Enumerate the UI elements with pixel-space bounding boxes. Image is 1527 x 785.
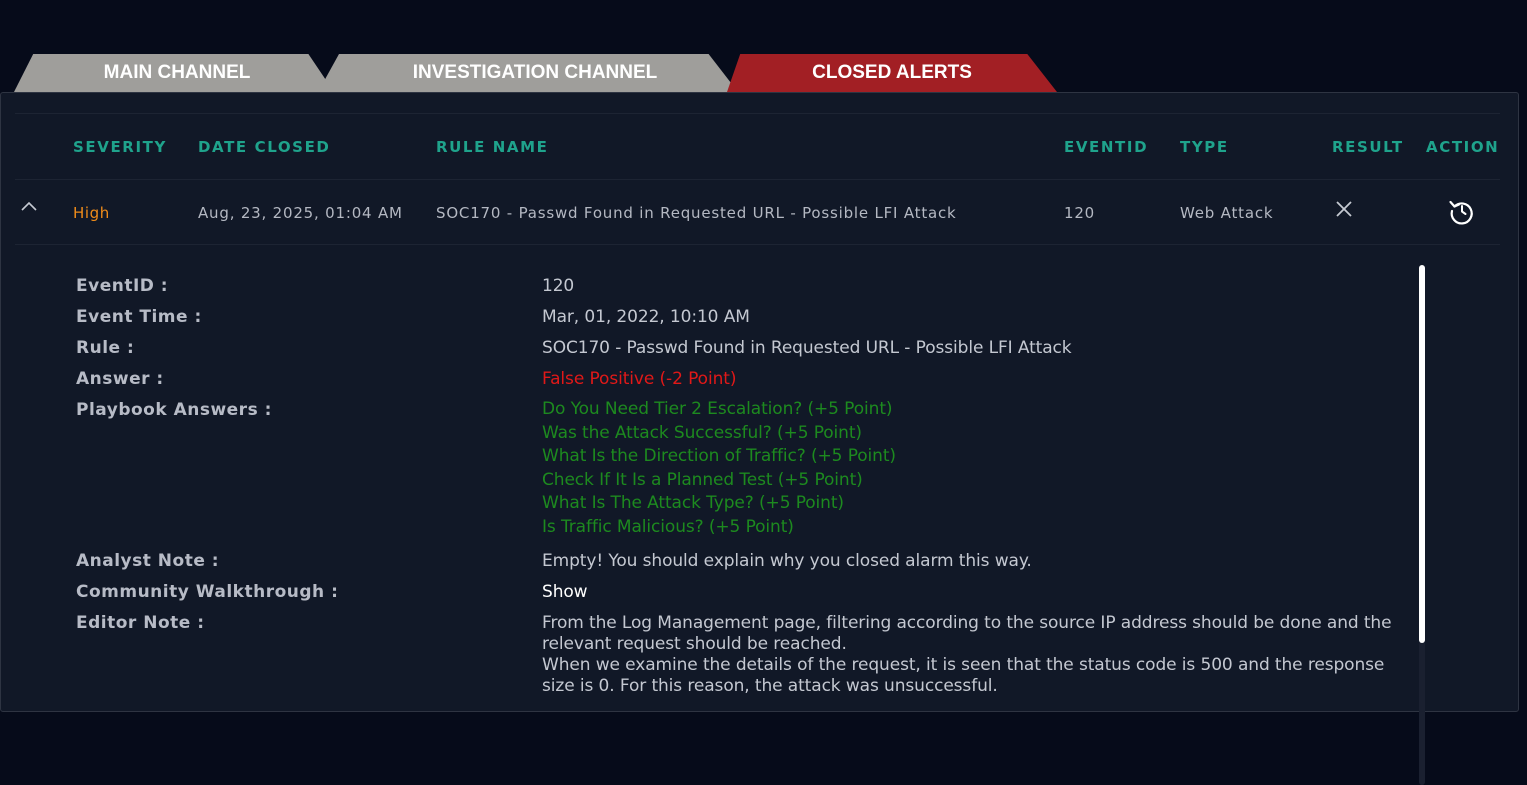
col-header-date-closed[interactable]: DATE CLOSED xyxy=(198,138,330,156)
playbook-answer-item: Do You Need Tier 2 Escalation? (+5 Point… xyxy=(542,399,893,419)
divider xyxy=(15,179,1500,180)
tab-closed-alerts-label: CLOSED ALERTS xyxy=(812,62,972,83)
detail-label-playbook: Playbook Answers : xyxy=(76,400,272,420)
col-header-eventid[interactable]: EVENTID xyxy=(1064,138,1148,156)
detail-label-rule: Rule : xyxy=(76,338,135,358)
col-header-severity[interactable]: SEVERITY xyxy=(73,138,167,156)
detail-label-community: Community Walkthrough : xyxy=(76,582,339,602)
divider xyxy=(15,244,1500,245)
detail-value-analyst-note: Empty! You should explain why you closed… xyxy=(542,551,1032,571)
detail-label-answer: Answer : xyxy=(76,369,164,389)
detail-value-rule: SOC170 - Passwd Found in Requested URL -… xyxy=(542,338,1072,358)
restore-icon[interactable] xyxy=(1447,196,1477,226)
scrollbar-thumb[interactable] xyxy=(1419,265,1425,643)
type-cell: Web Attack xyxy=(1180,204,1274,222)
severity-badge: High xyxy=(73,204,110,222)
tab-main-channel-label: MAIN CHANNEL xyxy=(103,62,251,83)
editor-note-paragraph: When we examine the details of the reque… xyxy=(542,655,1385,696)
playbook-answer-item: What Is The Attack Type? (+5 Point) xyxy=(542,493,844,513)
playbook-answer-item: Is Traffic Malicious? (+5 Point) xyxy=(542,516,794,537)
divider xyxy=(15,113,1500,114)
eventid-cell: 120 xyxy=(1064,204,1096,222)
tab-main-channel[interactable]: MAIN CHANNEL xyxy=(14,54,334,92)
editor-note-paragraph: From the Log Management page, filtering … xyxy=(542,613,1392,654)
rule-name-cell: SOC170 - Passwd Found in Requested URL -… xyxy=(436,204,957,222)
tab-investigation-channel-label: INVESTIGATION CHANNEL xyxy=(412,62,658,83)
playbook-answer-item: Was the Attack Successful? (+5 Point) xyxy=(542,422,862,443)
col-header-result: RESULT xyxy=(1332,138,1404,156)
detail-value-editor-note: From the Log Management page, filtering … xyxy=(542,613,1412,697)
detail-label-event-time: Event Time : xyxy=(76,307,202,327)
col-header-rule-name[interactable]: RULE NAME xyxy=(436,138,549,156)
close-x-icon xyxy=(1336,201,1352,217)
playbook-answer-item: What Is the Direction of Traffic? (+5 Po… xyxy=(542,446,896,466)
detail-value-answer: False Positive (-2 Point) xyxy=(542,369,737,389)
detail-value-eventid: 120 xyxy=(542,276,575,296)
playbook-answers-list: Do You Need Tier 2 Escalation? (+5 Point… xyxy=(542,398,896,539)
detail-label-eventid: EventID : xyxy=(76,276,169,296)
community-walkthrough-show-link[interactable]: Show xyxy=(542,582,588,602)
channel-tabs: MAIN CHANNEL INVESTIGATION CHANNEL CLOSE… xyxy=(0,54,1100,92)
playbook-answer-item: Check If It Is a Planned Test (+5 Point) xyxy=(542,469,863,490)
tab-investigation-channel[interactable]: INVESTIGATION CHANNEL xyxy=(318,54,738,92)
date-closed-cell: Aug, 23, 2025, 01:04 AM xyxy=(198,204,403,222)
detail-label-editor-note: Editor Note : xyxy=(76,613,205,633)
tab-closed-alerts[interactable]: CLOSED ALERTS xyxy=(727,54,1057,92)
chevron-up-icon[interactable] xyxy=(19,197,39,217)
detail-value-event-time: Mar, 01, 2022, 10:10 AM xyxy=(542,307,750,327)
col-header-action: ACTION xyxy=(1426,138,1500,156)
closed-alerts-panel: SEVERITY DATE CLOSED RULE NAME EVENTID T… xyxy=(0,92,1519,785)
col-header-type[interactable]: TYPE xyxy=(1180,138,1229,156)
detail-label-analyst-note: Analyst Note : xyxy=(76,551,220,571)
